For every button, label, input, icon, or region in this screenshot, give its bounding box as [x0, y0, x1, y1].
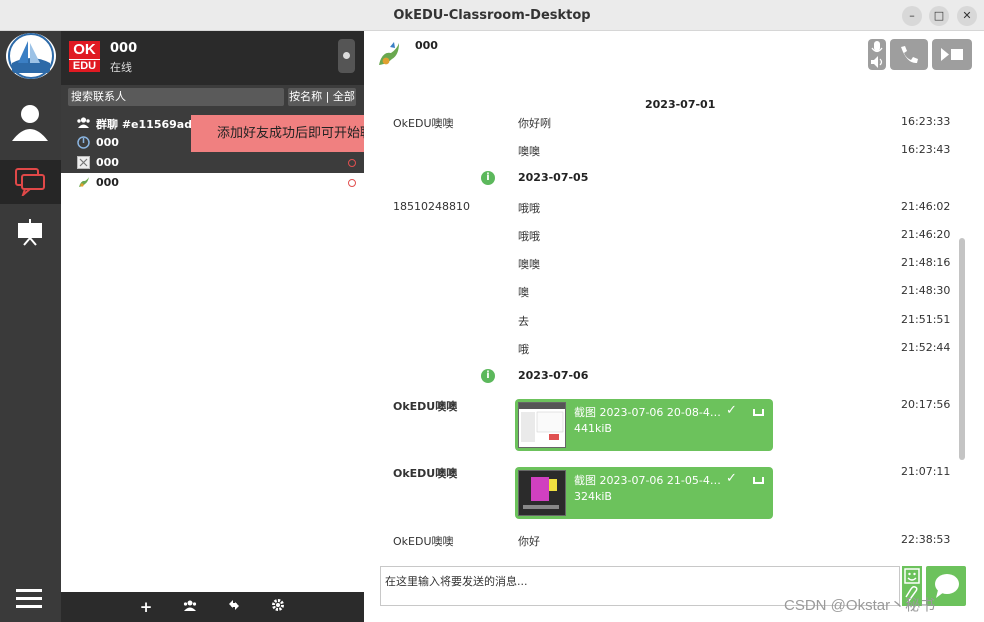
presence-toggle[interactable] — [338, 39, 355, 73]
contact-search-input[interactable]: 搜索联系人 — [68, 88, 284, 106]
check-icon: ✓ — [726, 403, 737, 418]
audio-controls — [868, 39, 886, 70]
phone-icon — [901, 46, 918, 64]
file-name: 截图 2023-07-06 21-05-4… — [574, 474, 721, 487]
group-icon — [77, 117, 90, 128]
sync-icon[interactable] — [225, 598, 243, 616]
open-folder-icon[interactable] — [753, 409, 764, 416]
file-size: 441kiB — [574, 422, 612, 435]
date-separator: 2023-07-05 — [518, 171, 589, 184]
microphone-icon[interactable] — [868, 39, 886, 70]
screenshot-thumbnail[interactable] — [518, 470, 566, 516]
message-time: 16:23:33 — [901, 115, 951, 128]
avatar-icon — [77, 136, 90, 149]
contact-item[interactable]: 000 — [61, 153, 364, 173]
contacts-toolbar: + — [61, 592, 364, 622]
gear-icon[interactable] — [269, 598, 287, 616]
message-time: 21:07:11 — [901, 465, 951, 478]
sort-filter-button[interactable]: 按名称 | 全部 — [288, 88, 356, 106]
message-text: 你好咧 — [518, 117, 551, 130]
chat-panel: 000 2023-07-01 OkEDU噢噢 你好咧 16:23:33 噢噢 1… — [364, 31, 984, 622]
message-text: 你好 — [518, 535, 540, 548]
file-name: 截图 2023-07-06 20-08-4… — [574, 406, 721, 419]
dragon-avatar-icon — [379, 42, 399, 65]
video-camera-icon — [941, 48, 963, 61]
message-time: 21:51:51 — [901, 313, 951, 326]
message-sender: OkEDU噢噢 — [393, 400, 458, 413]
logo-ok-text: OK — [69, 41, 100, 59]
unread-indicator — [348, 179, 356, 187]
file-size: 324kiB — [574, 490, 612, 503]
message-text: 哦哦 — [518, 202, 540, 215]
chat-contact-name: 000 — [415, 39, 438, 52]
user-icon — [12, 105, 48, 141]
contact-item-label: 000 — [96, 156, 119, 169]
message-text: 噢 — [518, 286, 529, 299]
minimize-button[interactable]: – — [902, 6, 922, 26]
info-icon: i — [481, 369, 495, 383]
hamburger-icon — [16, 589, 42, 608]
message-time: 21:48:30 — [901, 284, 951, 297]
message-time: 21:46:02 — [901, 200, 951, 213]
chat-header: 000 — [364, 31, 984, 79]
contact-item-label: 000 — [96, 136, 119, 149]
profile-status[interactable]: 在线 — [110, 59, 132, 75]
date-separator: 2023-07-01 — [645, 98, 716, 111]
hint-tooltip-text: 添加好友成功后即可开始聊天 — [191, 115, 391, 152]
whiteboard-icon — [18, 219, 42, 246]
dragon-avatar-icon — [79, 177, 89, 187]
message-sender: OkEDU噢噢 — [393, 117, 454, 130]
contact-item-label: 000 — [96, 176, 119, 189]
menu-button[interactable] — [0, 577, 61, 621]
window-title: OkEDU-Classroom-Desktop — [393, 8, 591, 23]
nav-chats[interactable] — [0, 160, 61, 204]
add-group-icon[interactable] — [181, 598, 199, 616]
message-sender: 18510248810 — [393, 200, 470, 213]
add-icon[interactable]: + — [137, 598, 155, 616]
nav-classroom[interactable] — [0, 211, 61, 255]
smiley-icon[interactable] — [904, 568, 920, 584]
message-time: 16:23:43 — [901, 143, 951, 156]
message-time: 21:52:44 — [901, 341, 951, 354]
profile-name: 000 — [110, 41, 138, 56]
close-button[interactable]: ✕ — [957, 6, 977, 26]
contact-item-label: 群聊 #e11569ad — [96, 118, 193, 131]
message-time: 22:38:53 — [901, 533, 951, 546]
profile-header: OK EDU 000 在线 — [61, 31, 364, 85]
watermark-text: CSDN @Okstar丶秘书 — [784, 597, 936, 614]
voice-call-button[interactable] — [890, 39, 928, 70]
message-text: 哦哦 — [518, 230, 540, 243]
unread-indicator — [348, 159, 356, 167]
message-text: 噢噢 — [518, 258, 540, 271]
avatar-icon — [77, 156, 90, 169]
nav-contacts[interactable] — [0, 101, 61, 145]
message-time: 21:46:20 — [901, 228, 951, 241]
contact-list: 群聊 #e11569ad 000 000 000 — [61, 113, 364, 597]
open-folder-icon[interactable] — [753, 477, 764, 484]
contact-item-selected[interactable]: 000 — [61, 173, 364, 193]
app-logo-icon — [6, 33, 56, 79]
chat-scrollbar[interactable] — [959, 238, 965, 460]
check-icon: ✓ — [726, 471, 737, 486]
nav-rail — [0, 31, 61, 622]
video-call-button[interactable] — [932, 39, 972, 70]
logo-edu-text: EDU — [69, 59, 100, 72]
message-time: 21:48:16 — [901, 256, 951, 269]
maximize-button[interactable]: □ — [929, 6, 949, 26]
message-time: 20:17:56 — [901, 398, 951, 411]
info-icon: i — [481, 171, 495, 185]
file-message[interactable]: 截图 2023-07-06 20-08-4… 441kiB ✓ — [515, 399, 773, 451]
screenshot-thumbnail[interactable] — [518, 402, 566, 448]
message-text: 噢噢 — [518, 145, 540, 158]
chat-bubbles-icon — [15, 168, 45, 196]
message-list: 2023-07-01 OkEDU噢噢 你好咧 16:23:33 噢噢 16:23… — [364, 91, 974, 561]
title-bar: OkEDU-Classroom-Desktop – □ ✕ — [0, 0, 984, 31]
message-sender: OkEDU噢噢 — [393, 535, 454, 548]
message-sender: OkEDU噢噢 — [393, 467, 458, 480]
file-message[interactable]: 截图 2023-07-06 21-05-4… 324kiB ✓ — [515, 467, 773, 519]
date-separator: 2023-07-06 — [518, 369, 589, 382]
message-text: 哦 — [518, 343, 529, 356]
okedu-logo-icon: OK EDU — [69, 41, 100, 72]
message-text: 去 — [518, 315, 529, 328]
